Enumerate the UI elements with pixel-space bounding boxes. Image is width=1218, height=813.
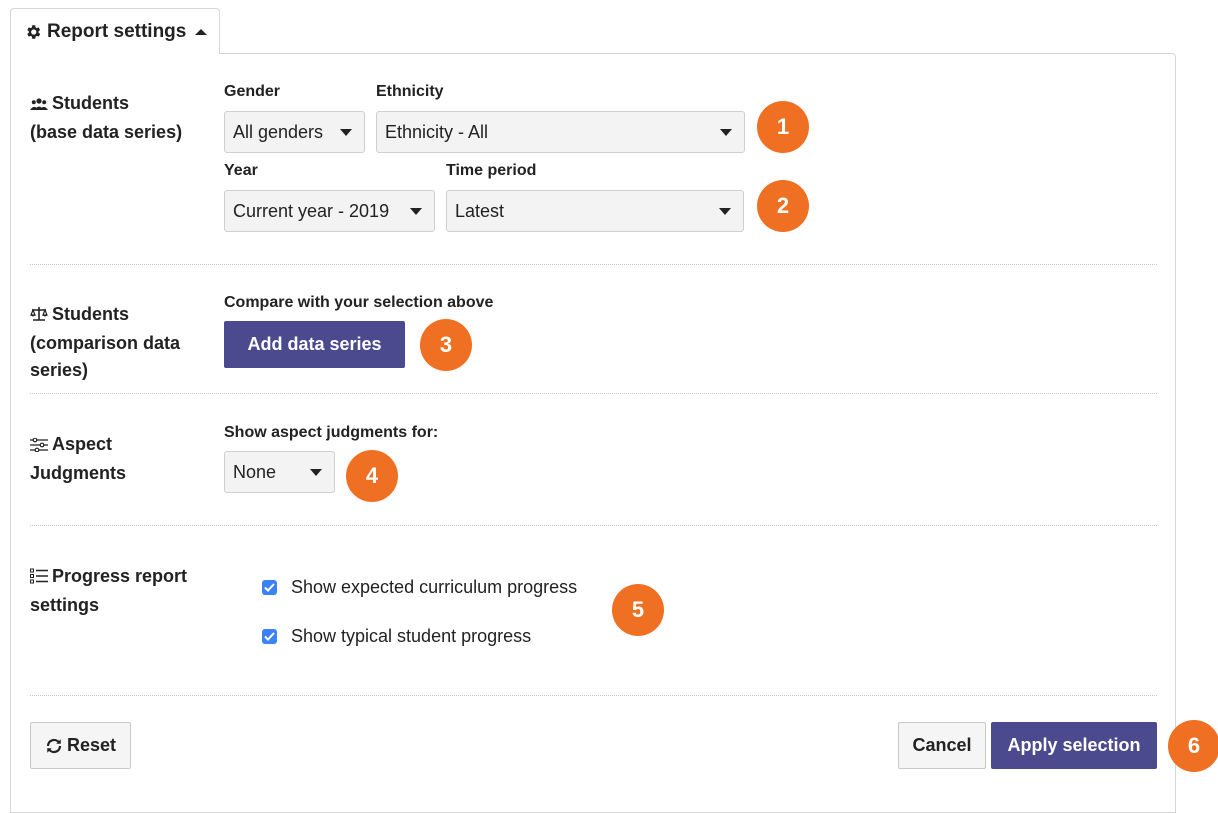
step-badge-6: 6 (1168, 720, 1218, 772)
sliders-icon (30, 433, 48, 460)
add-data-series-button[interactable]: Add data series (224, 321, 405, 368)
students-comparison-title-line3: series) (30, 360, 89, 380)
progress-title-line2: settings (30, 595, 100, 615)
chevron-down-icon (340, 129, 352, 136)
gender-select[interactable]: All genders (224, 111, 365, 153)
refresh-icon (45, 737, 63, 755)
gear-icon (24, 23, 42, 41)
aspect-title-line2: Judgments (30, 463, 127, 483)
time-period-select-value: Latest (455, 200, 505, 221)
ethnicity-select-value: Ethnicity - All (385, 121, 489, 142)
chevron-down-icon (720, 129, 732, 136)
expected-progress-checkbox[interactable] (262, 580, 277, 595)
progress-title-line1: Progress report (52, 566, 188, 586)
ethnicity-select[interactable]: Ethnicity - All (376, 111, 745, 153)
settings-panel (10, 53, 1176, 813)
time-period-select[interactable]: Latest (446, 190, 744, 232)
aspect-select[interactable]: None (224, 451, 335, 493)
cancel-button[interactable]: Cancel (898, 722, 986, 769)
section-divider (30, 525, 1157, 526)
aspect-title-line1: Aspect (52, 434, 113, 454)
tab-label: Report settings (47, 20, 187, 42)
gender-select-value: All genders (233, 121, 324, 142)
expected-progress-label: Show expected curriculum progress (291, 577, 578, 597)
balance-scale-icon (30, 303, 48, 330)
students-base-title-line1: Students (52, 93, 130, 113)
step-badge-1: 1 (757, 101, 809, 153)
report-settings-tab[interactable]: Report settings (10, 8, 220, 54)
chevron-down-icon (310, 469, 322, 476)
list-icon (30, 565, 48, 592)
aspect-judgments-title: Aspect Judgments (30, 431, 126, 487)
compare-label: Compare with your selection above (224, 294, 494, 311)
step-badge-5: 5 (612, 584, 664, 636)
ethnicity-label: Ethnicity (376, 83, 444, 100)
chevron-down-icon (410, 208, 422, 215)
checkmark-icon (264, 632, 275, 641)
caret-up-icon (195, 28, 208, 36)
aspect-label: Show aspect judgments for: (224, 424, 439, 441)
expected-progress-option[interactable]: Show expected curriculum progress (262, 577, 577, 598)
chevron-down-icon (719, 208, 731, 215)
apply-selection-button[interactable]: Apply selection (991, 722, 1157, 769)
section-divider (30, 264, 1157, 265)
step-badge-4: 4 (346, 450, 398, 502)
reset-button[interactable]: Reset (30, 722, 131, 769)
typical-progress-option[interactable]: Show typical student progress (262, 626, 531, 647)
step-badge-2: 2 (757, 180, 809, 232)
year-select-value: Current year - 2019 (233, 200, 390, 221)
section-divider (30, 393, 1157, 394)
students-base-title: Students (base data series) (30, 90, 182, 146)
section-divider (30, 695, 1157, 696)
year-label: Year (224, 162, 258, 179)
students-base-title-line2: (base data series) (30, 122, 183, 142)
typical-progress-checkbox[interactable] (262, 629, 277, 644)
progress-settings-title: Progress report settings (30, 563, 187, 619)
typical-progress-label: Show typical student progress (291, 626, 532, 646)
students-comparison-title: Students (comparison data series) (30, 301, 180, 384)
checkmark-icon (264, 583, 275, 592)
step-badge-3: 3 (420, 319, 472, 371)
aspect-select-value: None (233, 461, 277, 482)
reset-label: Reset (66, 735, 117, 755)
gender-label: Gender (224, 83, 281, 100)
year-select[interactable]: Current year - 2019 (224, 190, 435, 232)
students-comparison-title-line1: Students (52, 304, 130, 324)
time-period-label: Time period (446, 162, 537, 179)
users-icon (30, 92, 48, 119)
students-comparison-title-line2: (comparison data (30, 333, 181, 353)
